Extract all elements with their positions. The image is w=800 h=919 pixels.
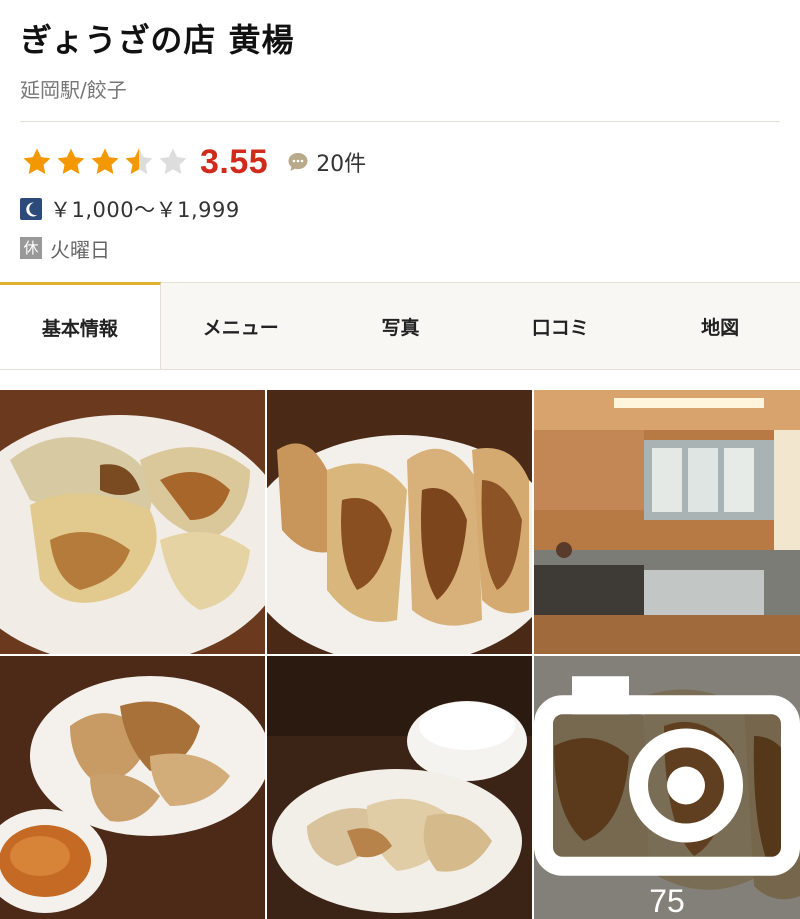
photo-more-overlay[interactable]: 75	[534, 656, 800, 919]
restaurant-name: ぎょうざの店 黄楊	[20, 21, 295, 59]
location-genre: 延岡駅/餃子	[20, 78, 127, 102]
camera-icon	[534, 676, 800, 876]
photo-more[interactable]: 75	[534, 656, 800, 919]
photo-thumbnail[interactable]	[0, 656, 265, 919]
star-rating	[20, 145, 190, 179]
photo-thumbnail[interactable]	[534, 390, 800, 654]
comment-icon	[288, 153, 308, 171]
tab-bar: 基本情報 メニュー 写真 口コミ 地図	[0, 282, 800, 370]
photo-thumbnail[interactable]	[267, 390, 532, 654]
star-icon	[57, 148, 85, 175]
star-icon	[23, 148, 51, 175]
kitchen-photo	[534, 390, 800, 654]
tab-menu[interactable]: メニュー	[161, 283, 321, 369]
header-divider	[20, 121, 780, 122]
star-half-icon	[125, 148, 153, 175]
holiday-days: 火曜日	[50, 237, 110, 262]
rating-score: 3.55	[200, 142, 269, 181]
photo-thumbnail[interactable]	[267, 656, 532, 919]
tab-reviews[interactable]: 口コミ	[480, 283, 640, 369]
moon-icon	[20, 198, 42, 220]
holiday-row: 休 火曜日	[20, 234, 110, 262]
gyoza-photo	[267, 390, 532, 654]
holiday-badge: 休	[20, 237, 42, 259]
tab-map[interactable]: 地図	[640, 283, 800, 369]
photo-count: 75	[649, 883, 685, 919]
gyoza-photo	[0, 390, 265, 654]
restaurant-header: ぎょうざの店 黄楊 延岡駅/餃子	[20, 18, 780, 104]
gyoza-photo	[0, 656, 265, 919]
photo-thumbnail[interactable]	[0, 390, 265, 654]
gyoza-photo	[267, 656, 532, 919]
price-row: ￥1,000～￥1,999	[20, 195, 240, 223]
photo-grid: 75	[0, 390, 800, 919]
rating-row[interactable]: 3.55 20件	[20, 142, 366, 182]
price-range: ￥1,000～￥1,999	[50, 198, 240, 222]
review-count[interactable]: 20件	[316, 146, 366, 178]
tab-photos[interactable]: 写真	[321, 283, 481, 369]
star-icon	[91, 148, 119, 175]
tab-basic-info[interactable]: 基本情報	[0, 282, 161, 369]
star-empty-icon	[159, 148, 187, 175]
